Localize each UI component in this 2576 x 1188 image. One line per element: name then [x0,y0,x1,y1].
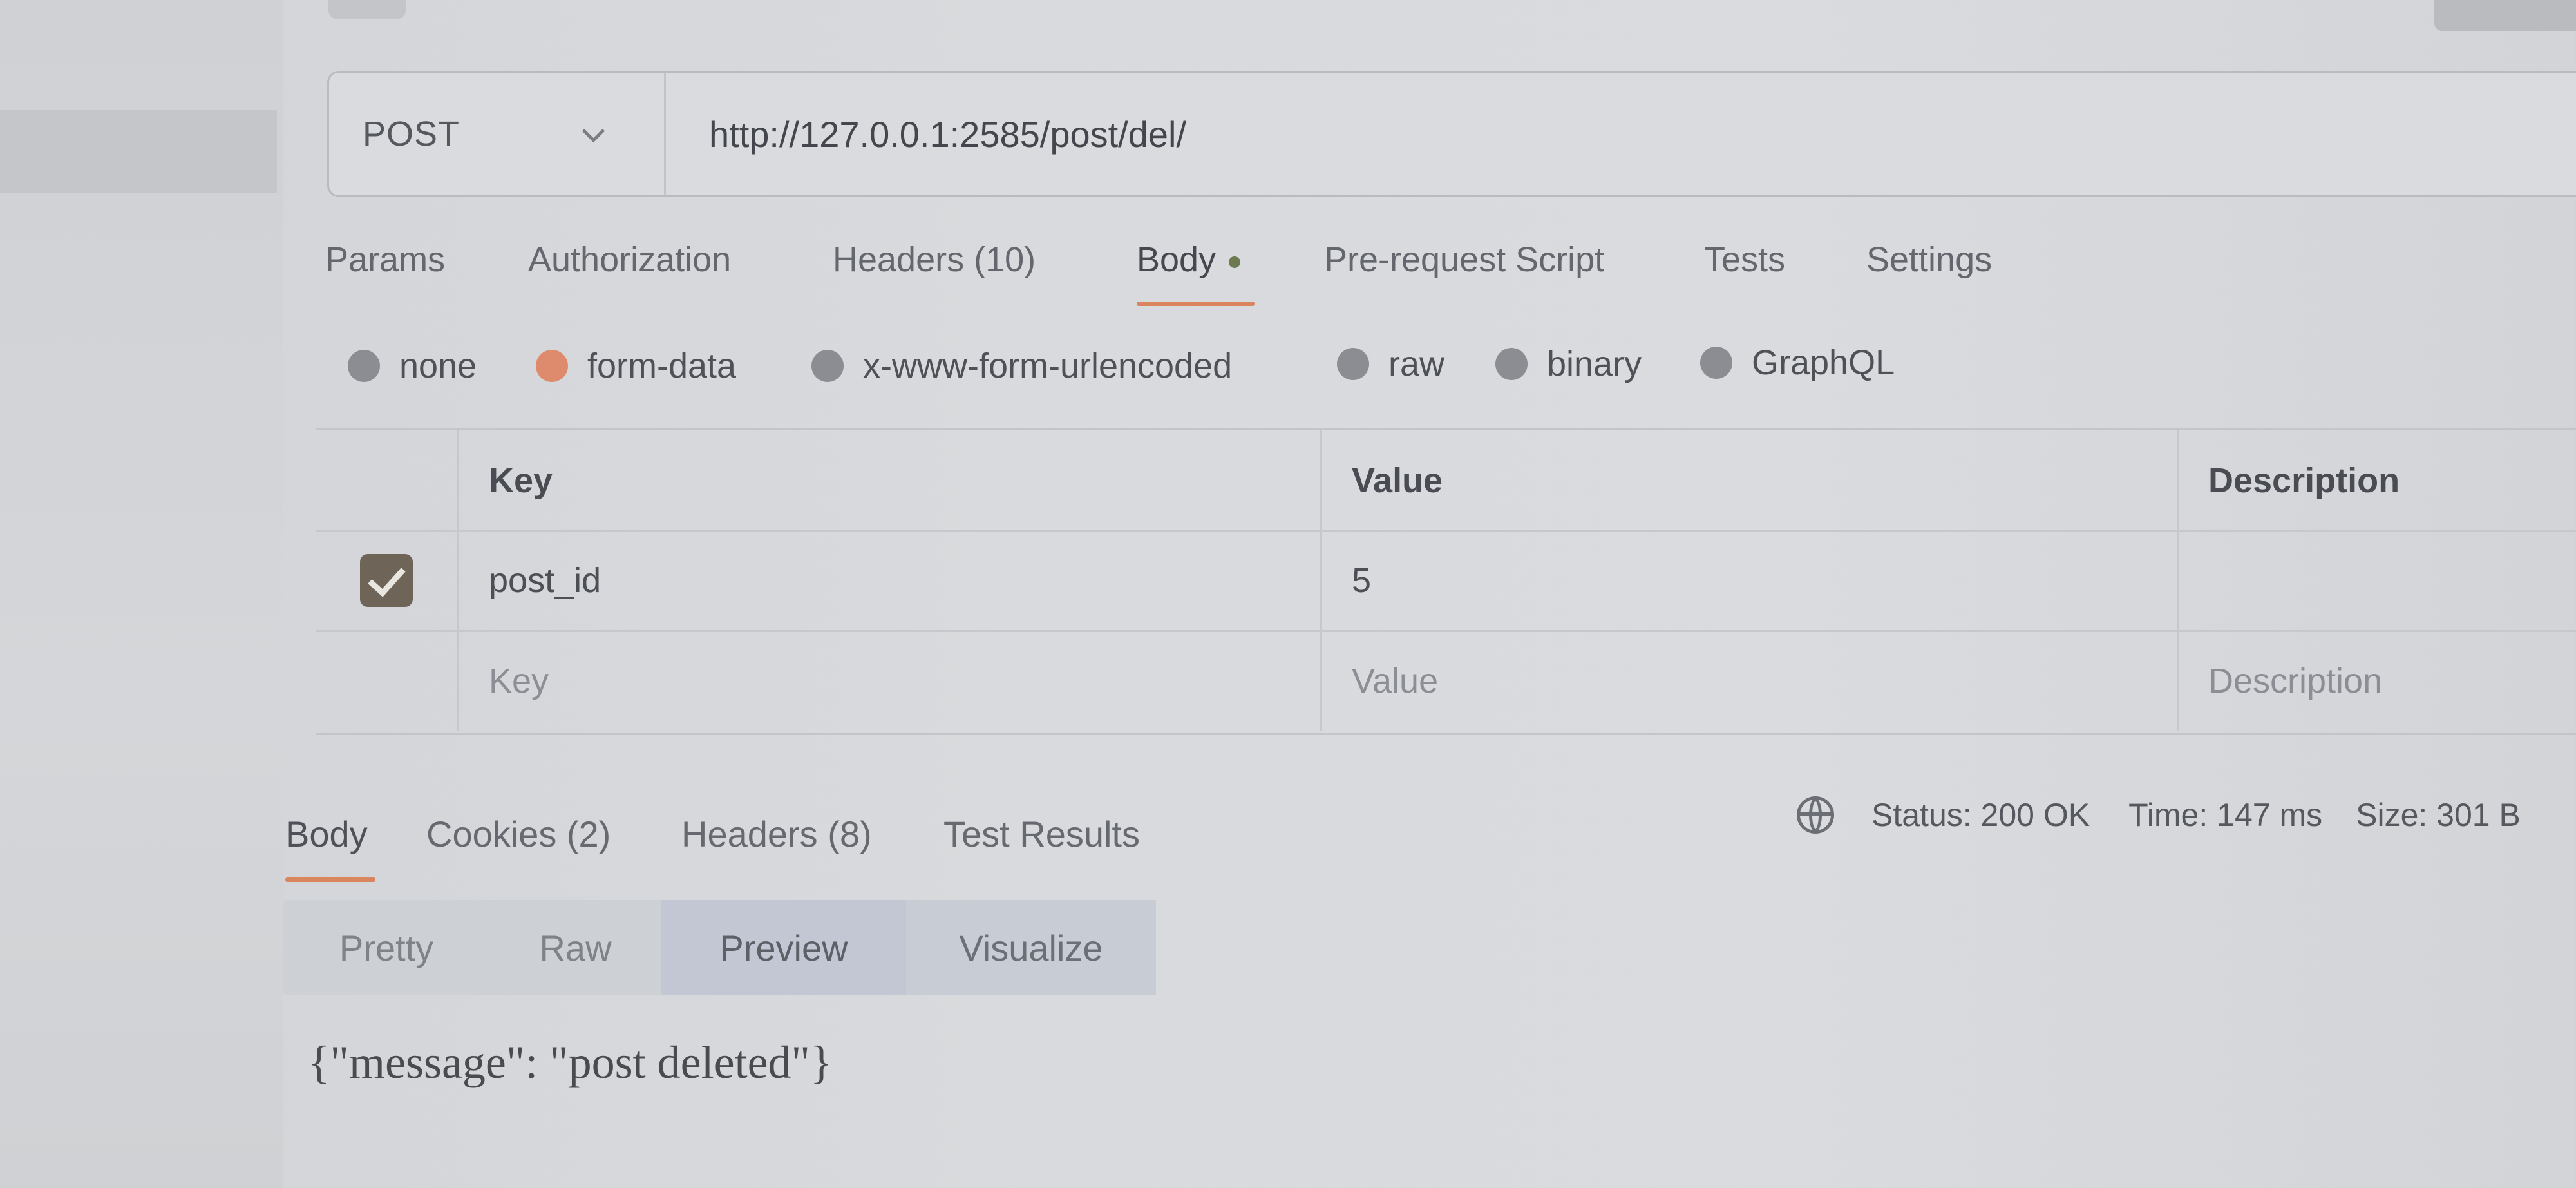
method-label: POST [363,115,460,153]
table-row: post_id 5 [316,530,2576,632]
table-header-row: Key Value Description [316,430,2576,532]
globe-icon[interactable] [1797,796,1834,834]
tab-pre-request-script[interactable]: Pre-request Script [1324,240,1604,280]
body-modified-dot [1229,256,1241,268]
column-header-description: Description [2177,430,2576,530]
radio-none[interactable]: none [348,346,477,386]
radio-none-circle [348,350,380,382]
tab-params[interactable]: Params [325,240,445,280]
response-view-modes: Pretty Raw Preview Visualize [283,900,1156,995]
radio-raw[interactable]: raw [1337,344,1444,384]
radio-urlencoded-circle [811,350,844,382]
radio-urlencoded-label: x-www-form-urlencoded [863,347,1233,385]
new-description-input[interactable]: Description [2177,630,2576,731]
row-key-cell[interactable]: post_id [457,530,1320,630]
tab-body-label: Body [1137,240,1217,279]
method-select[interactable]: POST [329,73,666,195]
radio-binary-label: binary [1547,345,1642,383]
new-key-input[interactable]: Key [457,630,1320,731]
top-right-button[interactable] [2434,0,2576,31]
sidebar-selected-item[interactable] [0,110,277,193]
row-value-cell[interactable]: 5 [1320,530,2177,630]
column-header-key: Key [457,430,1320,530]
url-input[interactable] [708,73,2576,196]
time-text[interactable]: Time: 147 ms [2128,796,2322,834]
form-data-table: Key Value Description post_id 5 Key Valu… [316,428,2576,735]
view-visualize[interactable]: Visualize [906,900,1156,995]
response-tab-test-results[interactable]: Test Results [943,813,1140,855]
radio-none-label: none [399,347,477,385]
tab-settings[interactable]: Settings [1866,240,1992,280]
tab-tests[interactable]: Tests [1704,240,1785,280]
view-raw[interactable]: Raw [489,900,661,995]
body-type-options: none form-data x-www-form-urlencoded raw… [0,343,2576,392]
radio-raw-circle [1337,348,1369,380]
radio-graphql-circle [1700,347,1732,379]
radio-form-data-circle [536,350,568,382]
tab-body[interactable]: Body [1137,240,1241,280]
tab-body-underline [1137,302,1255,306]
radio-x-www-form-urlencoded[interactable]: x-www-form-urlencoded [811,346,1232,386]
response-body-preview: {"message": "post deleted"} [308,1037,833,1088]
view-pretty[interactable]: Pretty [283,900,489,995]
tab-headers[interactable]: Headers (10) [833,240,1036,280]
row-description-cell[interactable] [2177,530,2576,630]
response-meta: Status: 200 OK Time: 147 ms Size: 301 B [1797,794,2521,836]
response-tab-headers[interactable]: Headers (8) [681,813,872,855]
view-preview[interactable]: Preview [661,900,906,995]
request-bar: POST [327,71,2576,197]
radio-graphql[interactable]: GraphQL [1700,343,1895,383]
response-tab-body-underline [285,877,375,882]
radio-form-data[interactable]: form-data [536,346,736,386]
chevron-down-icon[interactable] [582,119,605,143]
tab-authorization[interactable]: Authorization [528,240,731,280]
radio-graphql-label: GraphQL [1752,343,1895,382]
top-tab-button[interactable] [328,0,406,19]
response-tab-body[interactable]: Body [285,813,368,855]
radio-binary-circle [1495,348,1528,380]
size-text[interactable]: Size: 301 B [2356,796,2521,834]
radio-raw-label: raw [1388,345,1445,383]
response-tab-cookies[interactable]: Cookies (2) [426,813,611,855]
column-header-value: Value [1320,430,2177,530]
table-row-empty: Key Value Description [316,630,2576,731]
radio-form-data-label: form-data [587,347,737,385]
row-checkbox-cell [316,530,457,630]
status-text[interactable]: Status: 200 OK [1871,796,2090,834]
new-value-input[interactable]: Value [1320,630,2177,731]
radio-binary[interactable]: binary [1495,344,1642,384]
row-enabled-checkbox[interactable] [360,553,413,607]
